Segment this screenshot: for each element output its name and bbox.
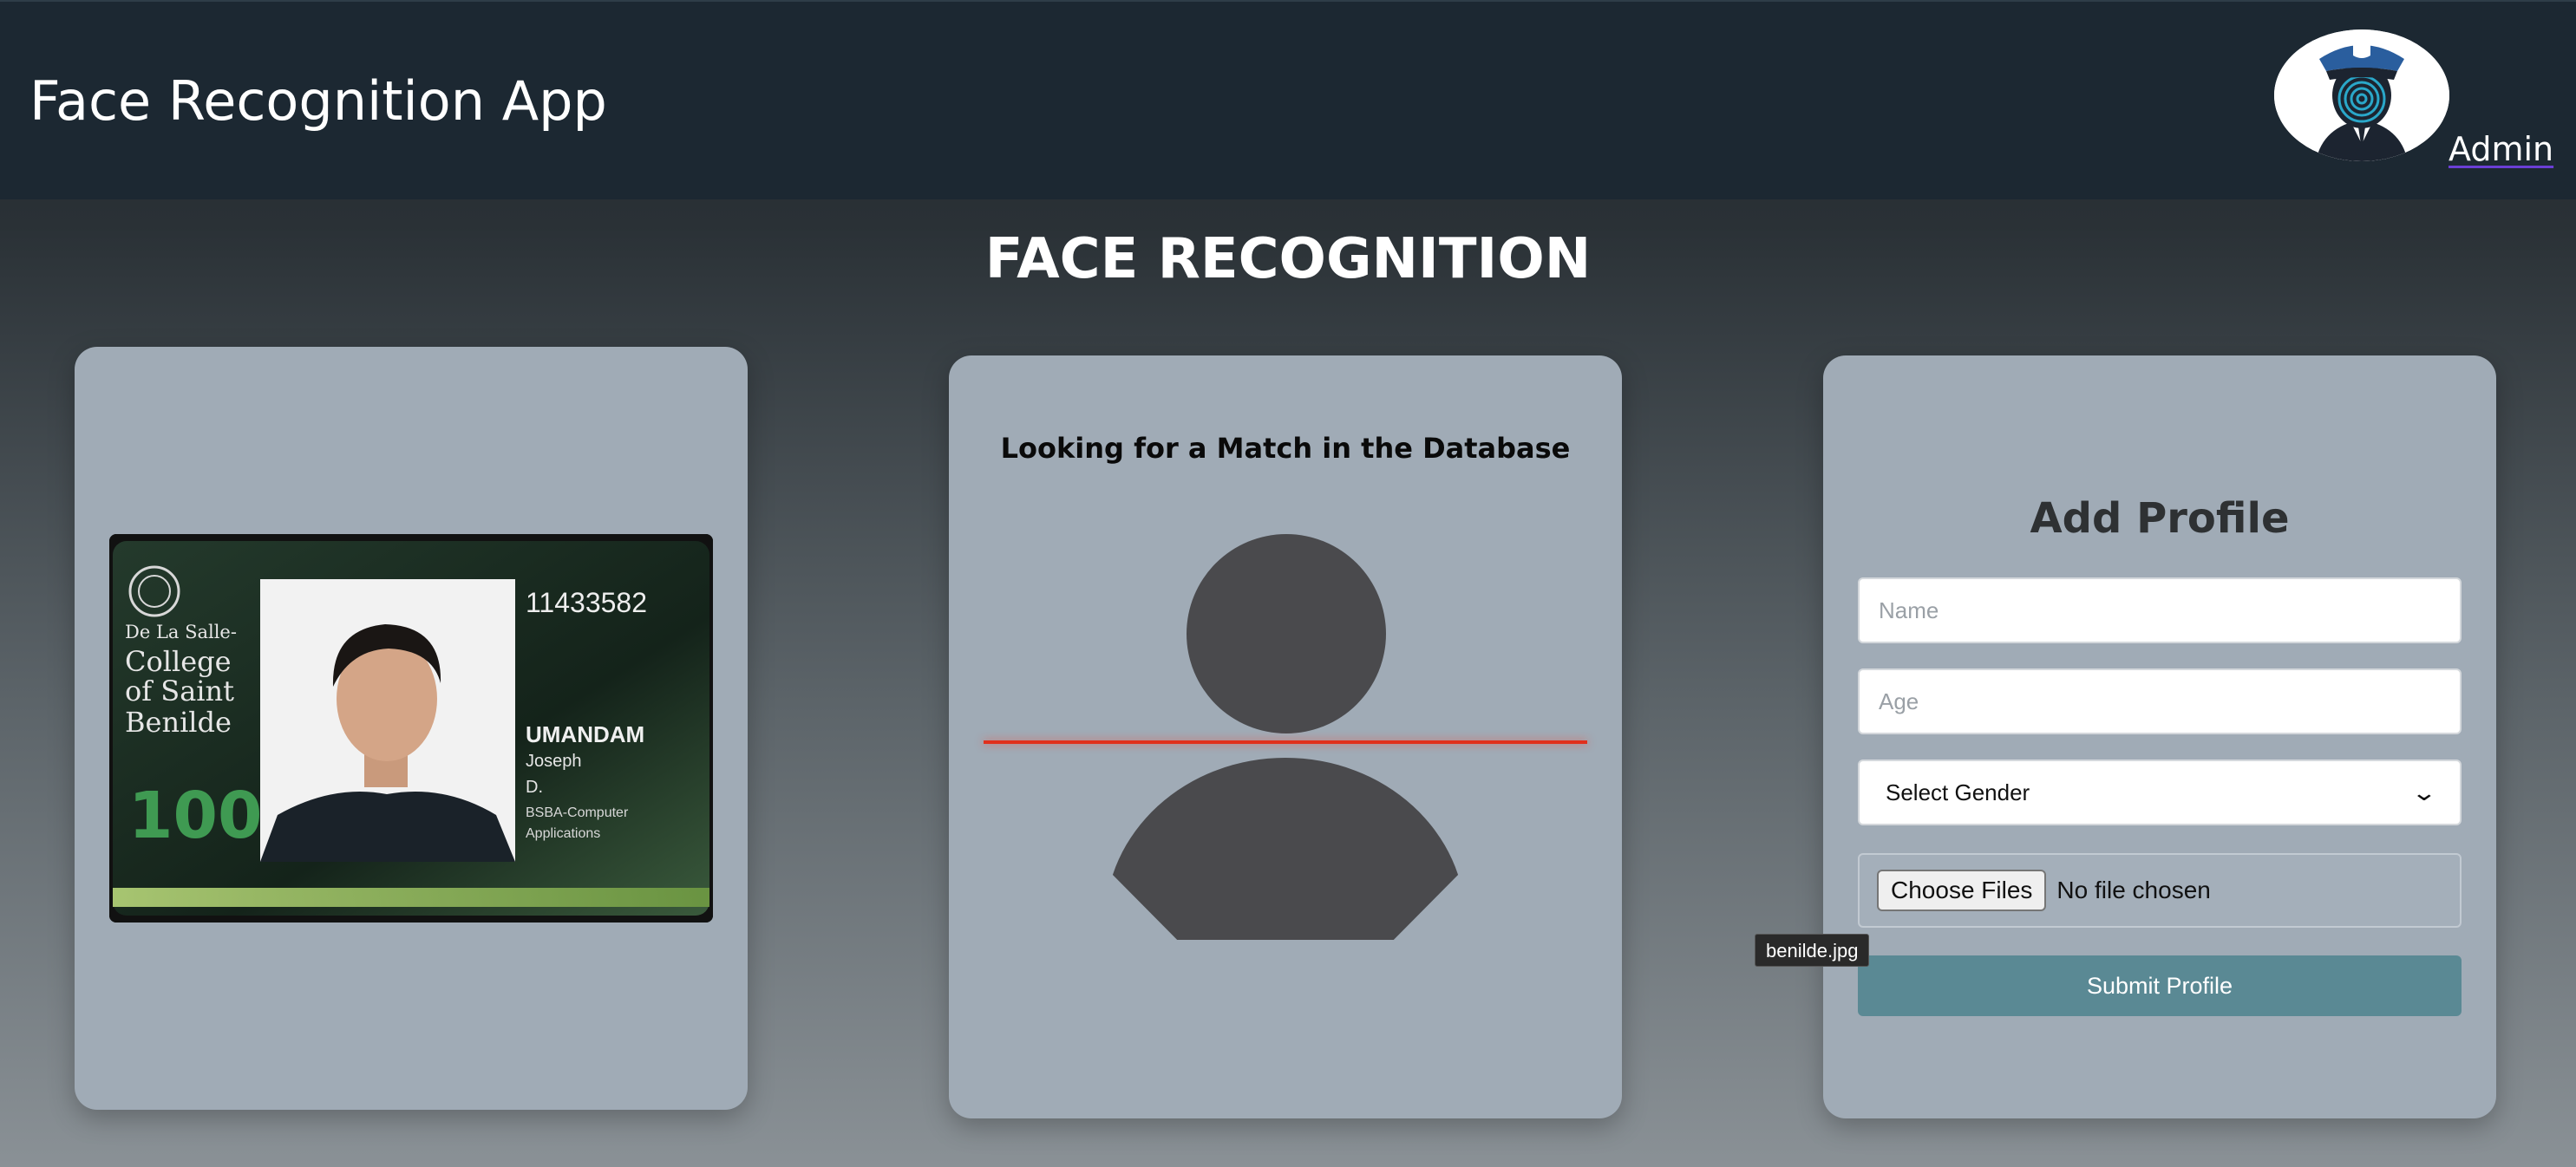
app-title: Face Recognition App bbox=[29, 69, 607, 133]
scan-line bbox=[984, 740, 1587, 744]
school-line4: Benilde bbox=[125, 706, 232, 739]
chevron-down-icon: ⌄ bbox=[2410, 779, 2438, 805]
file-status-text: No file chosen bbox=[2056, 877, 2211, 903]
id-last-name: UMANDAM bbox=[526, 721, 644, 747]
match-search-card: Looking for a Match in the Database bbox=[949, 355, 1622, 1118]
gender-select-value: Select Gender bbox=[1886, 779, 2030, 805]
id-program-line2: Applications bbox=[526, 826, 600, 841]
age-input[interactable] bbox=[1858, 668, 2462, 734]
admin-link[interactable]: Admin bbox=[2449, 130, 2553, 168]
id-number: 11433582 bbox=[526, 587, 647, 618]
id-first-name: Joseph bbox=[526, 752, 582, 771]
student-id-card-image: De La Salle- College of Saint Benilde 10… bbox=[109, 534, 713, 923]
add-profile-title: Add Profile bbox=[2030, 494, 2290, 543]
school-line1: De La Salle- bbox=[125, 622, 237, 642]
user-silhouette-body bbox=[1105, 758, 1466, 940]
id-program-line1: BSBA-Computer bbox=[526, 805, 629, 820]
school-line3: of Saint bbox=[125, 675, 234, 707]
gender-select[interactable]: Select Gender ⌄ bbox=[1858, 760, 2462, 825]
police-officer-logo-icon[interactable] bbox=[2274, 29, 2449, 161]
match-title: Looking for a Match in the Database bbox=[1000, 432, 1571, 465]
id-middle-initial: D. bbox=[526, 778, 543, 797]
submit-profile-button[interactable]: Submit Profile bbox=[1858, 955, 2462, 1016]
uploaded-image-card: De La Salle- College of Saint Benilde 10… bbox=[75, 347, 748, 1110]
name-input[interactable] bbox=[1858, 577, 2462, 643]
top-navbar: Face Recognition App Admin bbox=[0, 0, 2576, 199]
anniversary-mark: 100 bbox=[128, 779, 262, 853]
page-title: FACE RECOGNITION bbox=[984, 227, 1592, 291]
choose-files-button[interactable]: Choose Files bbox=[1877, 870, 2047, 911]
add-profile-card: Add Profile Select Gender ⌄ Choose Files… bbox=[1823, 355, 2496, 1118]
file-upload-field: Choose Files No file chosen bbox=[1858, 853, 2462, 928]
file-name-tooltip: benilde.jpg bbox=[1755, 934, 1870, 967]
school-line2: College bbox=[125, 645, 232, 678]
user-silhouette-icon bbox=[1187, 534, 1386, 733]
